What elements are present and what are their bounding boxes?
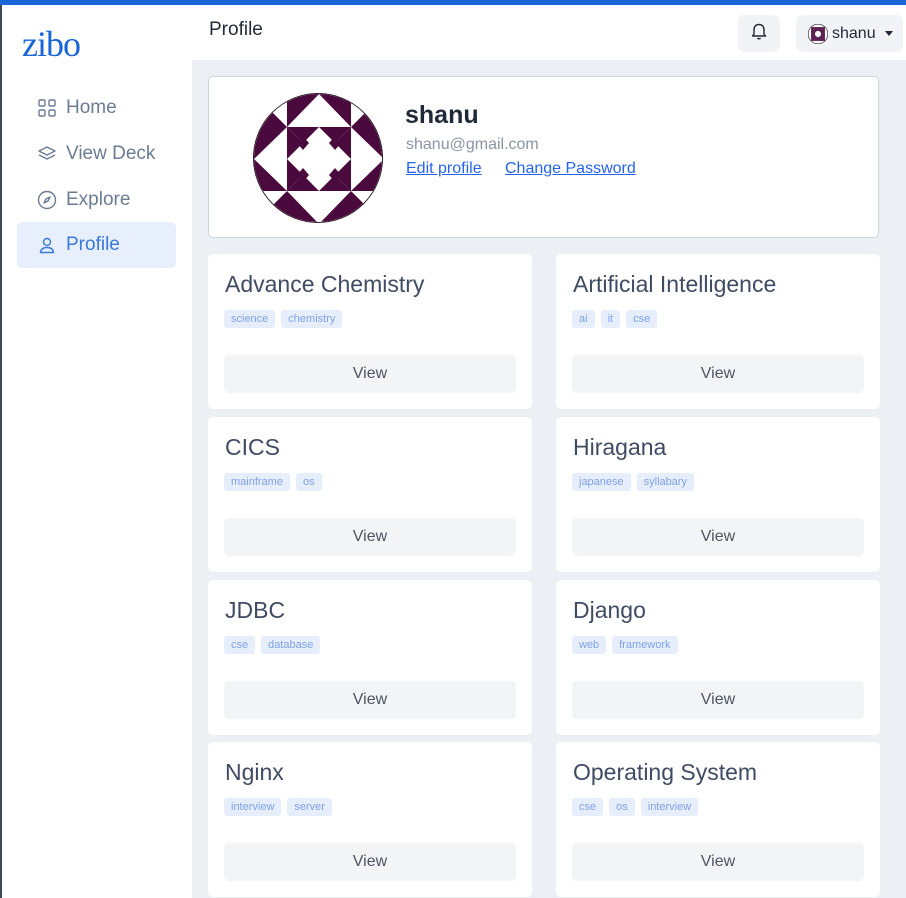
sidebar-item-explore[interactable]: Explore: [17, 177, 176, 223]
deck-title: Django: [573, 597, 646, 623]
notifications-button[interactable]: [738, 15, 780, 52]
view-button[interactable]: View: [224, 843, 516, 881]
tag-list: mainframe os: [224, 473, 322, 491]
view-button[interactable]: View: [224, 518, 516, 556]
change-password-link[interactable]: Change Password: [505, 160, 636, 178]
tag[interactable]: framework: [612, 636, 678, 654]
profile-name: shanu: [405, 101, 479, 129]
deck-card: Hiragana japanese syllabary View: [556, 417, 880, 572]
tag[interactable]: cse: [224, 636, 256, 654]
header: Profile shanu: [192, 5, 906, 60]
deck-card: Operating System cse os interview View: [556, 742, 880, 897]
tag-list: ai it cse: [572, 310, 658, 328]
deck-title: Operating System: [573, 759, 758, 785]
deck-title: Artificial Intelligence: [573, 271, 777, 297]
tag[interactable]: os: [295, 473, 322, 491]
layers-icon: [37, 144, 57, 164]
view-button[interactable]: View: [572, 518, 864, 556]
deck-title: Nginx: [225, 759, 284, 785]
page-title: Profile: [209, 19, 263, 40]
tag[interactable]: interview: [640, 798, 699, 816]
logo[interactable]: zibo: [22, 23, 81, 65]
user-name: shanu: [832, 24, 876, 42]
sidebar: zibo Home View Deck Explore Profile: [2, 5, 192, 898]
tag-list: cse os interview: [572, 798, 699, 816]
grid-icon: [37, 98, 57, 118]
tag-list: japanese syllabary: [572, 473, 695, 491]
tag[interactable]: cse: [572, 798, 604, 816]
sidebar-item-profile[interactable]: Profile: [17, 222, 176, 268]
profile-card: shanu shanu@gmail.com Edit profile Chang…: [208, 76, 879, 238]
tag[interactable]: server: [287, 798, 332, 816]
chevron-down-icon: [884, 31, 893, 36]
tag[interactable]: syllabary: [636, 473, 695, 491]
tag[interactable]: interview: [224, 798, 282, 816]
deck-card: Django web framework View: [556, 580, 880, 735]
view-button[interactable]: View: [572, 681, 864, 719]
deck-card: Artificial Intelligence ai it cse View: [556, 254, 880, 409]
deck-card: JDBC cse database View: [208, 580, 532, 735]
sidebar-item-label: Explore: [66, 189, 131, 210]
avatar: [253, 93, 383, 223]
tag-list: cse database: [224, 636, 321, 654]
deck-title: CICS: [225, 434, 280, 460]
view-button[interactable]: View: [572, 843, 864, 881]
tag[interactable]: chemistry: [281, 310, 343, 328]
user-menu-button[interactable]: shanu: [796, 15, 903, 52]
view-button[interactable]: View: [224, 355, 516, 393]
compass-icon: [37, 190, 57, 210]
sidebar-item-label: View Deck: [66, 143, 156, 164]
main-content: shanu shanu@gmail.com Edit profile Chang…: [192, 60, 906, 898]
tag[interactable]: os: [609, 798, 635, 816]
deck-card: Nginx interview server View: [208, 742, 532, 897]
deck-title: Hiragana: [573, 434, 667, 460]
tag-list: interview server: [224, 798, 332, 816]
view-button[interactable]: View: [224, 681, 516, 719]
deck-card: Advance Chemistry science chemistry View: [208, 254, 532, 409]
deck-title: JDBC: [225, 597, 286, 623]
deck-title: Advance Chemistry: [225, 271, 425, 297]
tag[interactable]: database: [261, 636, 321, 654]
tag-list: web framework: [572, 636, 678, 654]
sidebar-item-view-deck[interactable]: View Deck: [17, 131, 176, 177]
tag-list: science chemistry: [224, 310, 343, 328]
tag[interactable]: cse: [626, 310, 658, 328]
edit-profile-link[interactable]: Edit profile: [406, 160, 482, 178]
tag[interactable]: japanese: [572, 473, 631, 491]
tag[interactable]: it: [600, 310, 621, 328]
deck-card: CICS mainframe os View: [208, 417, 532, 572]
user-icon: [37, 235, 57, 255]
tag[interactable]: mainframe: [224, 473, 290, 491]
tag[interactable]: web: [572, 636, 607, 654]
sidebar-item-label: Profile: [66, 234, 120, 255]
bell-icon: [751, 22, 767, 45]
sidebar-item-label: Home: [66, 97, 117, 118]
tag[interactable]: science: [224, 310, 276, 328]
sidebar-item-home[interactable]: Home: [17, 85, 176, 131]
tag[interactable]: ai: [572, 310, 595, 328]
view-button[interactable]: View: [572, 355, 864, 393]
profile-email: shanu@gmail.com: [406, 136, 539, 153]
avatar: [807, 23, 829, 44]
